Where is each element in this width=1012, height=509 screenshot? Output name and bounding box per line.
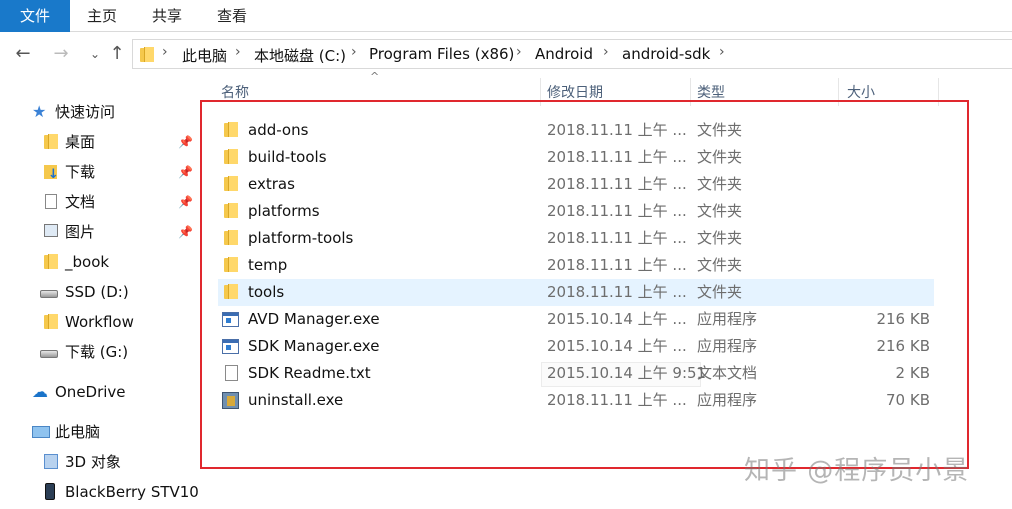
- chevron-right-icon: ›: [719, 44, 725, 60]
- sidebar-item-label: 3D 对象: [65, 453, 121, 471]
- desktop-folder-icon: [44, 134, 58, 149]
- pin-icon[interactable]: 📌: [178, 128, 193, 156]
- sidebar-item-this-pc[interactable]: 此电脑: [32, 418, 100, 446]
- sidebar-item-documents[interactable]: 文档 📌: [44, 188, 200, 216]
- sidebar-item-label: Workflow: [65, 313, 134, 331]
- sidebar-item-blackberry[interactable]: BlackBerry STV100: [44, 478, 198, 506]
- drive-icon: [40, 290, 58, 298]
- breadcrumb-android[interactable]: Android: [535, 45, 593, 63]
- chevron-right-icon: ›: [235, 44, 241, 60]
- 3d-objects-icon: [44, 454, 58, 469]
- cloud-icon: ☁: [32, 382, 48, 401]
- chevron-right-icon: ›: [351, 44, 357, 60]
- navigation-bar: ← → ⌄ ↑ › 此电脑 › 本地磁盘 (C:) › Program File…: [0, 34, 1012, 74]
- download-folder-icon: [44, 161, 59, 189]
- ribbon-tab-bar: 文件 主页 共享 查看: [0, 0, 1012, 32]
- pin-icon[interactable]: 📌: [178, 188, 193, 216]
- star-icon: ★: [32, 102, 47, 121]
- tab-file[interactable]: 文件: [0, 0, 70, 32]
- sidebar-item-label: BlackBerry STV100: [65, 483, 198, 501]
- sidebar-item-label: 此电脑: [55, 423, 101, 441]
- sidebar-item-label: 桌面: [65, 133, 96, 151]
- sidebar-item-label: 快速访问: [55, 103, 116, 121]
- back-button[interactable]: ←: [12, 42, 34, 66]
- tab-share[interactable]: 共享: [139, 0, 195, 32]
- pin-icon[interactable]: 📌: [178, 158, 193, 186]
- sidebar-item-desktop[interactable]: 桌面 📌: [44, 128, 200, 156]
- sidebar-item-workflow[interactable]: Workflow: [44, 308, 134, 336]
- sidebar-item-downloads[interactable]: 下载 📌: [44, 158, 200, 189]
- document-icon: [45, 194, 57, 209]
- navigation-pane: ★ 快速访问 桌面 📌 下载 📌 文档 📌 图片 📌 _book SSD (D:…: [0, 76, 200, 509]
- sidebar-item-book[interactable]: _book: [44, 248, 109, 276]
- sidebar-item-label: 下载: [65, 163, 96, 181]
- picture-icon: [44, 224, 58, 237]
- chevron-right-icon: ›: [516, 44, 522, 60]
- breadcrumb-program-files[interactable]: Program Files (x86): [369, 45, 514, 63]
- highlight-box: [200, 100, 969, 469]
- chevron-right-icon: ›: [162, 44, 168, 60]
- phone-icon: [45, 483, 55, 500]
- sidebar-item-drive-g[interactable]: 下载 (G:): [40, 338, 128, 366]
- breadcrumb-local-disk[interactable]: 本地磁盘 (C:): [254, 45, 346, 66]
- breadcrumb-android-sdk[interactable]: android-sdk: [622, 45, 710, 63]
- sidebar-item-ssd-d[interactable]: SSD (D:): [40, 278, 129, 306]
- forward-button[interactable]: →: [50, 42, 72, 66]
- chevron-right-icon: ›: [603, 44, 609, 60]
- tab-home[interactable]: 主页: [74, 0, 130, 32]
- sidebar-item-pictures[interactable]: 图片 📌: [44, 218, 200, 246]
- computer-icon: [32, 426, 50, 438]
- sidebar-item-label: OneDrive: [55, 383, 126, 401]
- tab-view[interactable]: 查看: [204, 0, 260, 32]
- sidebar-item-quick-access[interactable]: ★ 快速访问: [32, 98, 115, 126]
- sidebar-item-label: 图片: [65, 223, 96, 241]
- watermark: 知乎 @程序员小景: [744, 456, 970, 486]
- sidebar-item-onedrive[interactable]: ☁ OneDrive: [32, 378, 126, 406]
- folder-icon: [140, 47, 154, 62]
- address-bar[interactable]: › 此电脑 › 本地磁盘 (C:) › Program Files (x86) …: [132, 39, 1012, 69]
- recent-locations-dropdown[interactable]: ⌄: [84, 42, 106, 66]
- sidebar-item-label: 下载 (G:): [65, 343, 129, 361]
- sidebar-item-label: SSD (D:): [65, 283, 129, 301]
- up-button[interactable]: ↑: [106, 42, 128, 66]
- pin-icon[interactable]: 📌: [178, 218, 193, 246]
- folder-icon: [44, 254, 58, 269]
- sidebar-item-3d-objects[interactable]: 3D 对象: [44, 448, 121, 476]
- sidebar-item-label: _book: [65, 253, 110, 271]
- sidebar-item-label: 文档: [65, 193, 96, 211]
- breadcrumb-this-pc[interactable]: 此电脑: [182, 45, 227, 66]
- drive-icon: [40, 350, 58, 358]
- folder-icon: [44, 314, 58, 329]
